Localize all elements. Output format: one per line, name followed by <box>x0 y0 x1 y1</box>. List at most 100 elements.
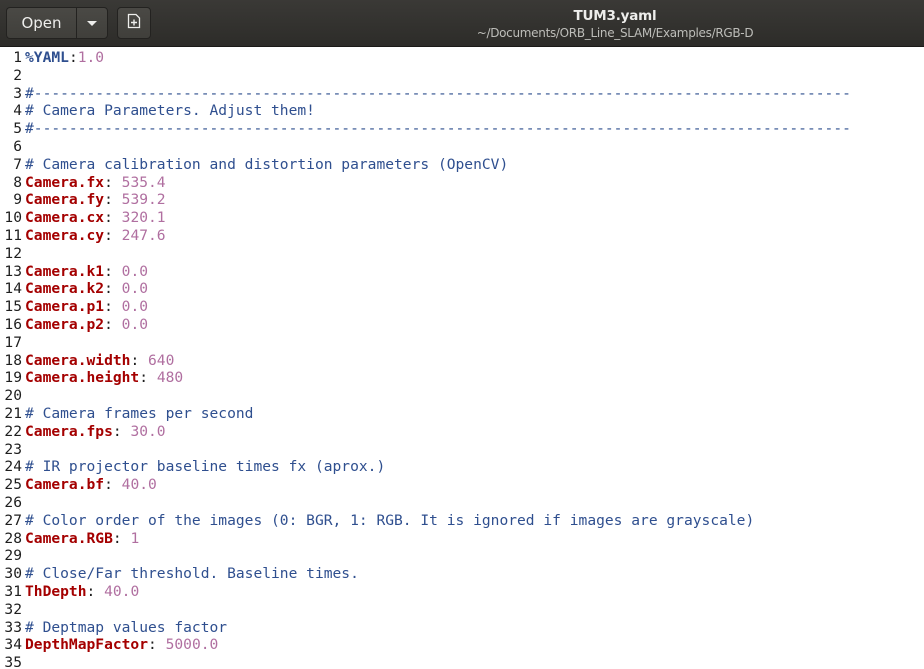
yaml-key: Camera.fx <box>25 173 105 191</box>
line-number: 19 <box>4 369 22 387</box>
line-content: # Camera Parameters. Adjust them! <box>25 102 315 120</box>
yaml-value: 640 <box>148 351 175 369</box>
yaml-value: 539.2 <box>121 191 166 209</box>
yaml-key: Camera.p1 <box>25 298 105 316</box>
line-number: 16 <box>4 316 22 333</box>
line-content: #---------------------------------------… <box>25 120 851 138</box>
line-content: Camera.RGB: 1 <box>25 530 139 548</box>
line-number: 7 <box>13 155 22 173</box>
line-number: 30 <box>4 565 22 583</box>
line-number: 31 <box>4 583 22 600</box>
yaml-value: 247.6 <box>121 227 166 244</box>
line-content: Camera.k1: 0.0 <box>25 263 148 281</box>
yaml-value: 1 <box>130 529 140 547</box>
yaml-key: Camera.cx <box>25 209 105 227</box>
line-number: 21 <box>4 405 22 422</box>
key-separator: : <box>104 298 122 316</box>
key-separator: : <box>104 191 122 209</box>
key-separator: : <box>104 262 122 280</box>
line-content: Camera.p2: 0.0 <box>25 316 148 334</box>
yaml-key: Camera.bf <box>25 476 105 494</box>
line-number: 3 <box>13 84 22 102</box>
line-number: 25 <box>4 476 22 494</box>
line-content: Camera.cx: 320.1 <box>25 209 166 227</box>
text-editor-window: Open TUM3.yaml ~/Documents/ORB_Line_SLAM… <box>0 0 924 669</box>
key-separator: : <box>112 422 131 440</box>
line-content: ThDepth: 40.0 <box>25 583 139 601</box>
new-tab-button[interactable] <box>117 7 151 39</box>
line-content: Camera.fy: 539.2 <box>25 191 166 209</box>
key-separator: : <box>130 351 149 369</box>
title-block: TUM3.yaml ~/Documents/ORB_Line_SLAM/Exam… <box>430 7 800 41</box>
key-separator: : <box>104 227 122 244</box>
file-path: ~/Documents/ORB_Line_SLAM/Examples/RGB-D <box>476 26 754 40</box>
yaml-value: 5000.0 <box>165 636 219 654</box>
line-number: 26 <box>4 494 22 511</box>
line-number: 29 <box>4 547 22 565</box>
line-content: # IR projector baseline times fx (aprox.… <box>25 458 385 476</box>
yaml-key: Camera.p2 <box>25 316 105 333</box>
yaml-key: Camera.fy <box>25 191 105 209</box>
line-number: 34 <box>4 636 22 654</box>
yaml-value: 0.0 <box>121 262 149 280</box>
line-content: DepthMapFactor: 5000.0 <box>25 636 218 654</box>
key-separator: : <box>104 209 122 227</box>
yaml-key: Camera.k2 <box>25 280 105 298</box>
line-number: 11 <box>4 227 22 244</box>
yaml-value: 480 <box>156 369 184 387</box>
line-content: # Camera frames per second <box>25 405 253 423</box>
line-number: 22 <box>4 422 22 440</box>
line-number: 27 <box>4 511 22 529</box>
line-number: 24 <box>4 458 22 476</box>
yaml-value: 40.0 <box>104 583 140 600</box>
line-content: Camera.width: 640 <box>25 352 174 370</box>
line-content: # Camera calibration and distortion para… <box>25 156 508 174</box>
line-number: 28 <box>4 529 22 547</box>
yaml-directive: %YAML <box>25 49 69 66</box>
line-number: 35 <box>4 654 22 669</box>
yaml-key: Camera.k1 <box>25 262 105 280</box>
yaml-value: 320.1 <box>121 209 166 227</box>
line-number: 15 <box>4 298 22 316</box>
line-number: 4 <box>13 102 22 120</box>
yaml-key: DepthMapFactor <box>25 636 149 654</box>
editor-text-area[interactable]: 1 %YAML:1.0 2 3 #---------------------------… <box>0 48 924 669</box>
line-number: 17 <box>4 333 22 351</box>
yaml-key: Camera.width <box>25 351 131 369</box>
comment-text: # Camera frames per second <box>25 405 254 422</box>
line-number: 8 <box>13 173 22 191</box>
open-menu-button[interactable] <box>76 7 108 39</box>
line-content: Camera.height: 480 <box>25 369 183 387</box>
directive-value: 1.0 <box>77 49 105 66</box>
yaml-value: 535.4 <box>121 173 166 191</box>
yaml-key: Camera.fps <box>25 422 113 440</box>
line-content: Camera.k2: 0.0 <box>25 280 148 298</box>
line-number: 33 <box>4 618 22 636</box>
line-number: 5 <box>13 120 22 138</box>
line-content: Camera.fps: 30.0 <box>25 423 166 441</box>
line-content: Camera.bf: 40.0 <box>25 476 157 494</box>
yaml-key: Camera.cy <box>25 227 105 244</box>
line-content: Camera.cy: 247.6 <box>25 227 166 245</box>
yaml-value: 30.0 <box>130 422 166 440</box>
open-button-label: Open <box>21 14 62 32</box>
yaml-key: Camera.RGB <box>25 529 113 547</box>
comment-text: # Camera calibration and distortion para… <box>25 155 509 173</box>
key-separator: : <box>104 476 122 494</box>
yaml-value: 0.0 <box>121 316 149 333</box>
line-content: # Color order of the images (0: BGR, 1: … <box>25 512 754 530</box>
directive-separator: : <box>68 49 78 66</box>
line-number: 1 <box>13 49 22 66</box>
line-number: 6 <box>13 138 22 155</box>
key-separator: : <box>104 173 122 191</box>
yaml-value: 40.0 <box>121 476 157 494</box>
key-separator: : <box>139 369 157 387</box>
line-content: #---------------------------------------… <box>25 85 851 103</box>
line-content: Camera.p1: 0.0 <box>25 298 148 316</box>
line-number: 32 <box>4 600 22 618</box>
open-button[interactable]: Open <box>6 7 76 39</box>
key-separator: : <box>104 280 122 298</box>
line-number: 10 <box>4 209 22 227</box>
comment-text: # Camera Parameters. Adjust them! <box>25 102 315 120</box>
line-number: 13 <box>4 262 22 280</box>
